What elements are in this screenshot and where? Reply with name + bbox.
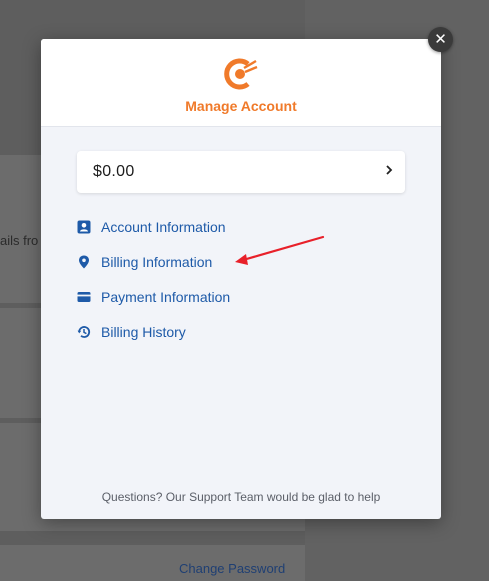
menu-item-account-information[interactable]: Account Information	[77, 216, 226, 238]
credit-card-icon	[77, 292, 91, 302]
manage-account-modal: Manage Account $0.00 Account Information…	[41, 39, 441, 519]
menu-item-billing-history[interactable]: Billing History	[77, 321, 186, 343]
history-icon	[77, 326, 91, 338]
menu-item-label: Account Information	[101, 219, 226, 235]
balance-card[interactable]: $0.00	[77, 151, 405, 193]
change-password-link[interactable]: Change Password	[179, 561, 285, 576]
background-partial-text: ails fro	[0, 233, 39, 248]
menu-item-label: Billing History	[101, 324, 186, 340]
location-pin-icon	[79, 255, 89, 269]
menu-item-payment-information[interactable]: Payment Information	[77, 286, 230, 308]
account-card-icon	[77, 220, 91, 234]
annotation-arrow	[235, 235, 325, 265]
chevron-right-icon	[386, 165, 393, 175]
menu-item-label: Payment Information	[101, 289, 231, 305]
brand-logo-icon	[224, 58, 258, 90]
modal-header: Manage Account	[41, 39, 441, 127]
modal-title: Manage Account	[185, 98, 297, 114]
close-button[interactable]: ✕	[428, 27, 453, 52]
balance-amount: $0.00	[93, 163, 135, 180]
menu-item-billing-information[interactable]: Billing Information	[77, 251, 212, 273]
menu-item-label: Billing Information	[101, 254, 213, 270]
support-footer-text: Questions? Our Support Team would be gla…	[101, 490, 381, 504]
